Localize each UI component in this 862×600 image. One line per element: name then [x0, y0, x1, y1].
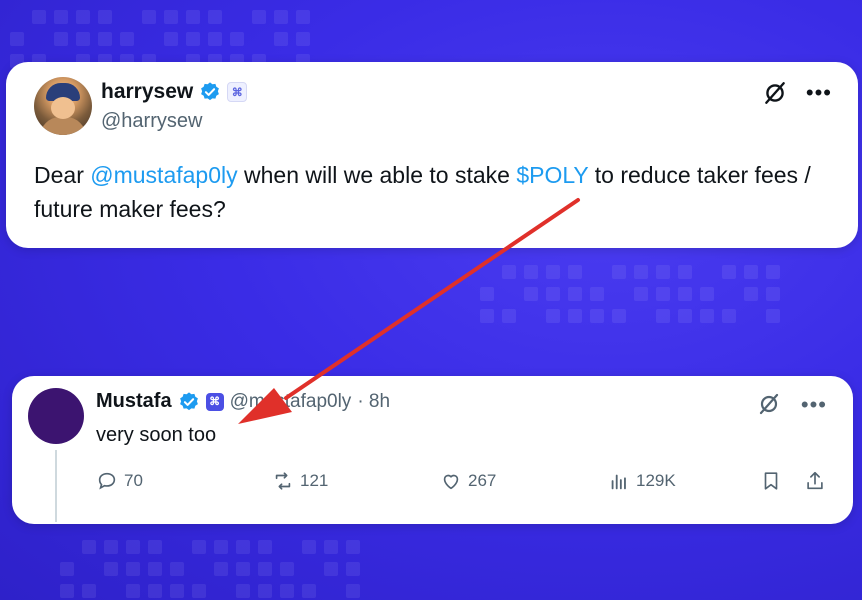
repost-icon — [275, 472, 291, 490]
share-icon — [807, 471, 823, 490]
bookmark-button[interactable] — [760, 470, 782, 492]
original-tweet-card[interactable]: harrysew ⌘ @harrysew ••• Dear @mustafap0… — [6, 62, 858, 248]
tweet-text-part: Dear — [34, 162, 91, 188]
display-name[interactable]: harrysew — [101, 80, 193, 104]
bookmark-icon — [764, 472, 778, 490]
reply-text: very soon too — [96, 424, 217, 446]
like-icon — [443, 474, 459, 490]
affiliate-badge-icon: ⌘ — [205, 392, 224, 411]
tweet-top-actions: ••• — [762, 80, 832, 106]
views-icon — [611, 474, 626, 490]
repost-button[interactable]: 121 — [272, 470, 328, 492]
avatar[interactable] — [28, 388, 84, 444]
display-name[interactable]: Mustafa — [96, 390, 172, 413]
tweet-text: Dear @mustafap0ly when will we able to s… — [34, 158, 834, 226]
reply-icon — [98, 472, 116, 490]
views-count: 129K — [636, 471, 676, 490]
like-button[interactable]: 267 — [440, 470, 496, 492]
tweet-action-bar: 70 121 267 129K — [96, 470, 836, 494]
verified-badge-icon — [199, 81, 221, 103]
tweet-text-part: when will we able to stake — [237, 162, 517, 188]
background-pixel-pattern — [60, 540, 360, 598]
author-row: Mustafa ⌘ @mustafap0ly · 8h — [96, 390, 390, 413]
affiliate-badge-icon: ⌘ — [227, 82, 248, 102]
more-icon[interactable]: ••• — [801, 394, 827, 416]
timestamp[interactable]: · 8h — [357, 391, 390, 413]
grok-icon[interactable] — [757, 392, 783, 418]
background-pixel-pattern — [10, 10, 310, 68]
reply-tweet-card[interactable]: Mustafa ⌘ @mustafap0ly · 8h ••• very soo… — [12, 376, 853, 524]
reply-count: 70 — [124, 471, 143, 490]
verified-badge-icon — [178, 391, 200, 413]
avatar[interactable] — [34, 77, 92, 135]
mention-link[interactable]: @mustafap0ly — [90, 162, 237, 188]
author-handle[interactable]: @harrysew — [101, 110, 202, 133]
cashtag-link[interactable]: $POLY — [516, 162, 588, 188]
reply-button[interactable]: 70 — [96, 470, 143, 492]
background-pixel-pattern — [480, 265, 780, 323]
thread-line — [55, 450, 57, 522]
tweet-top-actions: ••• — [757, 392, 827, 418]
views-button[interactable]: 129K — [608, 470, 676, 492]
author-row: harrysew ⌘ — [101, 80, 248, 104]
like-count: 267 — [468, 471, 497, 490]
share-button[interactable] — [804, 470, 826, 492]
more-icon[interactable]: ••• — [806, 82, 832, 104]
repost-count: 121 — [300, 471, 329, 490]
author-handle[interactable]: @mustafap0ly — [230, 391, 352, 413]
grok-icon[interactable] — [762, 80, 788, 106]
